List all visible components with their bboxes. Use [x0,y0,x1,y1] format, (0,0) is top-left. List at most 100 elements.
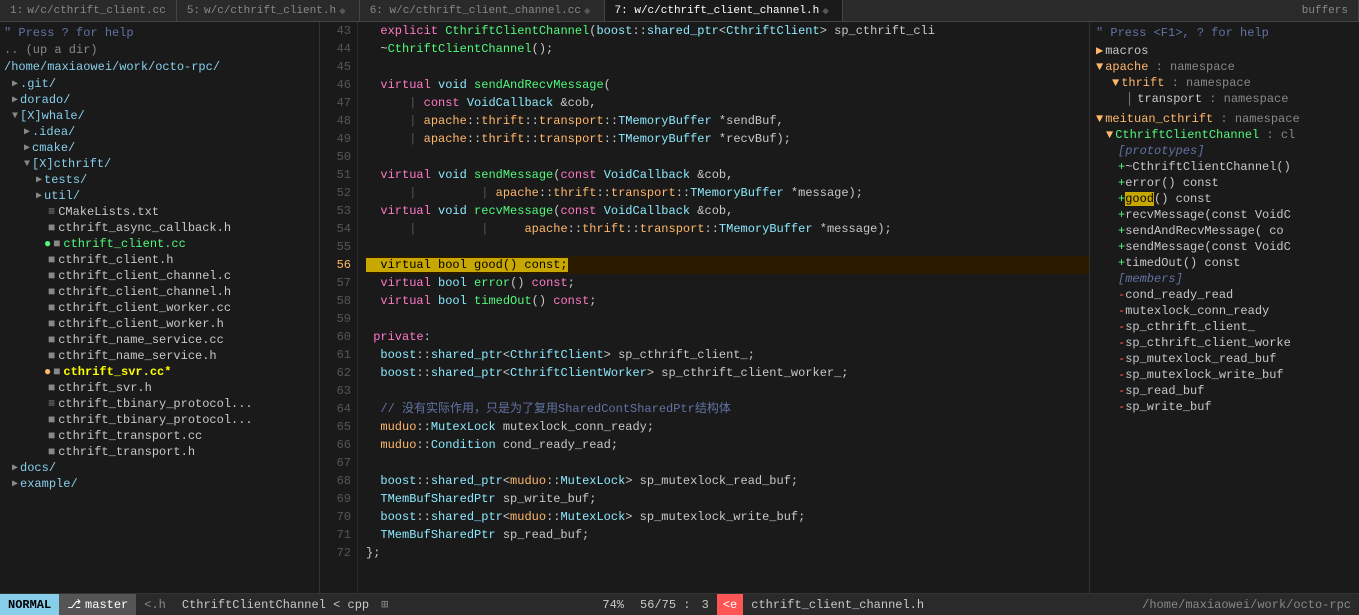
code-line-48: | apache::thrift::transport::TMemoryBuff… [366,112,1089,130]
tree-file-cmakelists[interactable]: ≡ CMakeLists.txt [0,204,319,220]
panel-sp-mutexlock-write[interactable]: - sp_mutexlock_write_buf [1090,367,1359,383]
tree-up[interactable]: .. (up a dir) [0,42,319,58]
panel-sp-client[interactable]: - sp_cthrift_client_ [1090,319,1359,335]
tree-file-channel-h[interactable]: ■ cthrift_client_channel.h [0,284,319,300]
tree-file-tbinary-h[interactable]: ■ cthrift_tbinary_protocol... [0,412,319,428]
tree-dir-cthrift[interactable]: ▼ [X]cthrift/ [0,156,319,172]
panel-sp-read-buf[interactable]: - sp_read_buf [1090,383,1359,399]
tree-file-tbinary-cc[interactable]: ≡ cthrift_tbinary_protocol... [0,396,319,412]
code-line-58: virtual bool timedOut() const; [366,292,1089,310]
file-icon-c: ■ [48,269,55,283]
panel-prototypes[interactable]: [prototypes] [1090,143,1359,159]
code-line-44: ~CthriftClientChannel(); [366,40,1089,58]
file-icon-h: ■ [48,445,55,459]
file-icon-h: ■ [48,381,55,395]
right-panel: " Press <F1>, ? for help ▶ macros ▼ apac… [1089,22,1359,593]
code-line-55 [366,238,1089,256]
tree-file-nameservice-h[interactable]: ■ cthrift_name_service.h [0,348,319,364]
panel-sendandrecv-fn[interactable]: + sendAndRecvMessage( co [1090,223,1359,239]
tree-file-client-h[interactable]: ■ cthrift_client.h [0,252,319,268]
tree-dir-idea[interactable]: ▶ .idea/ [0,124,319,140]
file-icon-txt: ≡ [48,397,55,411]
tree-dir-git[interactable]: ▶ .git/ [0,76,319,92]
panel-meituan-ns[interactable]: ▼ meituan_cthrift : namespace [1090,111,1359,127]
panel-recvmessage-fn[interactable]: + recvMessage(const VoidC [1090,207,1359,223]
status-position: 56/75 : 3 [632,598,717,612]
status-error: <e [717,594,743,615]
tree-dir-cmake[interactable]: ▶ cmake/ [0,140,319,156]
status-branch: ⎇ master [59,594,136,615]
status-mode: NORMAL [0,594,59,615]
panel-transport-ns[interactable]: │ transport : namespace [1090,91,1359,107]
panel-members[interactable]: [members] [1090,271,1359,287]
file-icon-h: ■ [48,253,55,267]
tree-file-worker-h[interactable]: ■ cthrift_client_worker.h [0,316,319,332]
panel-destructor[interactable]: + ~CthriftClientChannel() [1090,159,1359,175]
code-line-71: TMemBufSharedPtr sp_read_buf; [366,526,1089,544]
tree-dir-dorado[interactable]: ▶ dorado/ [0,92,319,108]
code-line-53: virtual void recvMessage(const VoidCallb… [366,202,1089,220]
panel-cond-ready[interactable]: - cond_ready_read [1090,287,1359,303]
code-line-63 [366,382,1089,400]
file-icon-txt: ≡ [48,205,55,219]
tab-buffers[interactable]: buffers [1292,0,1359,21]
modified-dot: ● [44,365,51,379]
tree-file-worker-cc[interactable]: ■ cthrift_client_worker.cc [0,300,319,316]
code-line-70: boost::shared_ptr<muduo::MutexLock> sp_m… [366,508,1089,526]
tree-file-transport-h[interactable]: ■ cthrift_transport.h [0,444,319,460]
tab-4[interactable]: 7: w/c/cthrift_client_channel.h ◆ [605,0,843,21]
tree-file-svr-cc[interactable]: ● ■ cthrift_svr.cc* [0,364,319,380]
tree-dir-example[interactable]: ▶ example/ [0,476,319,492]
code-line-62: boost::shared_ptr<CthriftClientWorker> s… [366,364,1089,382]
code-line-46: virtual void sendAndRecvMessage( [366,76,1089,94]
panel-error-fn[interactable]: + error() const [1090,175,1359,191]
tab-1[interactable]: 1: w/c/cthrift_client.cc [0,0,177,21]
panel-thrift-ns[interactable]: ▼ thrift : namespace [1090,75,1359,91]
tree-file-nameservice-cc[interactable]: ■ cthrift_name_service.cc [0,332,319,348]
tree-file-svr-h[interactable]: ■ cthrift_svr.h [0,380,319,396]
tab-3[interactable]: 6: w/c/cthrift_client_channel.cc ◆ [360,0,605,21]
file-icon-h: ■ [48,413,55,427]
tree-dir-whale[interactable]: ▼ [X]whale/ [0,108,319,124]
file-icon-h: ■ [48,221,55,235]
panel-timedout-fn[interactable]: + timedOut() const [1090,255,1359,271]
panel-mutexlock-conn[interactable]: - mutexlock_conn_ready [1090,303,1359,319]
code-line-57: virtual bool error() const; [366,274,1089,292]
panel-sendmessage-fn[interactable]: + sendMessage(const VoidC [1090,239,1359,255]
panel-sp-mutexlock-read[interactable]: - sp_mutexlock_read_buf [1090,351,1359,367]
tree-dir-util[interactable]: ▶ util/ [0,188,319,204]
code-lines: explicit CthriftClientChannel(boost::sha… [358,22,1089,593]
tree-dir-tests[interactable]: ▶ tests/ [0,172,319,188]
status-filetype: <.h [136,598,174,612]
tree-file-channel-cc[interactable]: ■ cthrift_client_channel.c [0,268,319,284]
code-line-64: // 没有实际作用，只是为了复用SharedContSharedPtr结构体 [366,400,1089,418]
file-icon-h: ■ [48,349,55,363]
file-icon-c: ■ [53,365,60,379]
panel-apache-ns[interactable]: ▼ apache : namespace [1090,59,1359,75]
panel-good-fn[interactable]: + good () const [1090,191,1359,207]
panel-sp-client-worker[interactable]: - sp_cthrift_client_worke [1090,335,1359,351]
file-icon-c: ■ [48,429,55,443]
panel-class-channel[interactable]: ▼ CthriftClientChannel : cl [1090,127,1359,143]
status-right: 74% 56/75 : 3 <e cthrift_client_channel.… [594,594,932,615]
code-line-54: | | apache::thrift::transport::TMemoryBu… [366,220,1089,238]
code-line-59 [366,310,1089,328]
active-dot: ● [44,237,51,251]
file-tree[interactable]: " Press ? for help .. (up a dir) /home/m… [0,22,320,593]
tree-dir-docs[interactable]: ▶ docs/ [0,460,319,476]
file-icon-h: ■ [48,285,55,299]
code-line-67 [366,454,1089,472]
code-editor[interactable]: 43 44 45 46 47 48 49 50 51 52 53 54 55 5… [320,22,1089,593]
tree-file-transport-cc[interactable]: ■ cthrift_transport.cc [0,428,319,444]
tree-file-client-cc[interactable]: ● ■ cthrift_client.cc [0,236,319,252]
tree-file-async-cb[interactable]: ■ cthrift_async_callback.h [0,220,319,236]
code-line-51: virtual void sendMessage(const VoidCallb… [366,166,1089,184]
panel-macros[interactable]: ▶ macros [1090,42,1359,59]
panel-sp-write-buf[interactable]: - sp_write_buf [1090,399,1359,415]
branch-icon: ⎇ [67,597,81,612]
status-filename: cthrift_client_channel.h [743,598,932,612]
code-line-72: }; [366,544,1089,562]
file-icon-c: ■ [53,237,60,251]
tab-2[interactable]: 5: w/c/cthrift_client.h ◆ [177,0,360,21]
code-line-52: | | apache::thrift::transport::TMemoryBu… [366,184,1089,202]
